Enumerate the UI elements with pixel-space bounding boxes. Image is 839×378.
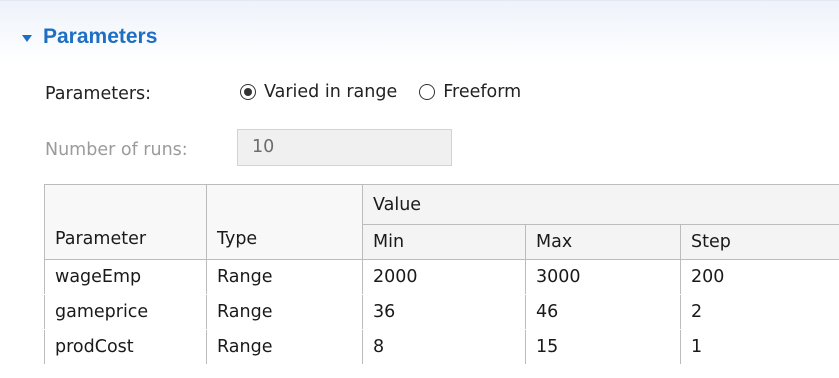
cell-min[interactable]: 36 <box>362 294 526 330</box>
cell-max[interactable]: 46 <box>525 294 681 330</box>
cell-type[interactable]: Range <box>206 294 363 330</box>
radio-varied-in-range-label[interactable]: Varied in range <box>264 82 397 102</box>
cell-step[interactable]: 2 <box>680 294 839 330</box>
parameters-label: Parameters: <box>45 84 152 104</box>
table-row[interactable]: gameprice Range 36 46 2 <box>44 294 839 330</box>
column-header-step[interactable]: Step <box>680 224 839 260</box>
cell-max[interactable]: 15 <box>525 329 681 365</box>
parameters-table: Parameter Type Value Min Max Step wageEm… <box>44 184 839 365</box>
cell-max[interactable]: 3000 <box>525 259 681 295</box>
radio-dot <box>244 88 252 96</box>
cell-step[interactable]: 1 <box>680 329 839 365</box>
cell-type[interactable]: Range <box>206 329 363 365</box>
number-of-runs-field: 10 <box>237 129 452 166</box>
column-header-type[interactable]: Type <box>206 184 363 260</box>
parameters-panel: Parameters Parameters: Varied in range F… <box>0 0 839 378</box>
cell-min[interactable]: 2000 <box>362 259 526 295</box>
table-row[interactable]: wageEmp Range 2000 3000 200 <box>44 259 839 295</box>
column-header-min[interactable]: Min <box>362 224 526 260</box>
table-row[interactable]: prodCost Range 8 15 1 <box>44 329 839 365</box>
cell-parameter[interactable]: gameprice <box>44 294 207 330</box>
radio-freeform-label[interactable]: Freeform <box>443 82 521 102</box>
radio-selected-icon[interactable] <box>240 84 256 100</box>
cell-step[interactable]: 200 <box>680 259 839 295</box>
collapse-triangle-icon[interactable] <box>22 34 32 42</box>
parameters-mode-radio-group: Varied in range Freeform <box>240 82 543 102</box>
section-toggle[interactable]: Parameters <box>22 23 157 51</box>
section-header: Parameters <box>0 0 839 63</box>
column-header-max[interactable]: Max <box>525 224 681 260</box>
cell-type[interactable]: Range <box>206 259 363 295</box>
radio-unselected-icon[interactable] <box>419 84 436 100</box>
cell-parameter[interactable]: wageEmp <box>44 259 207 295</box>
radio-varied-in-range[interactable]: Varied in range <box>240 82 397 102</box>
cell-min[interactable]: 8 <box>362 329 526 365</box>
number-of-runs-label: Number of runs: <box>45 140 188 160</box>
parameters-table-container: Parameter Type Value Min Max Step wageEm… <box>44 184 839 378</box>
cell-parameter[interactable]: prodCost <box>44 329 207 365</box>
column-group-header-value: Value <box>362 184 839 225</box>
section-title: Parameters <box>43 25 158 48</box>
radio-freeform[interactable]: Freeform <box>419 82 521 102</box>
column-header-parameter[interactable]: Parameter <box>44 184 207 260</box>
